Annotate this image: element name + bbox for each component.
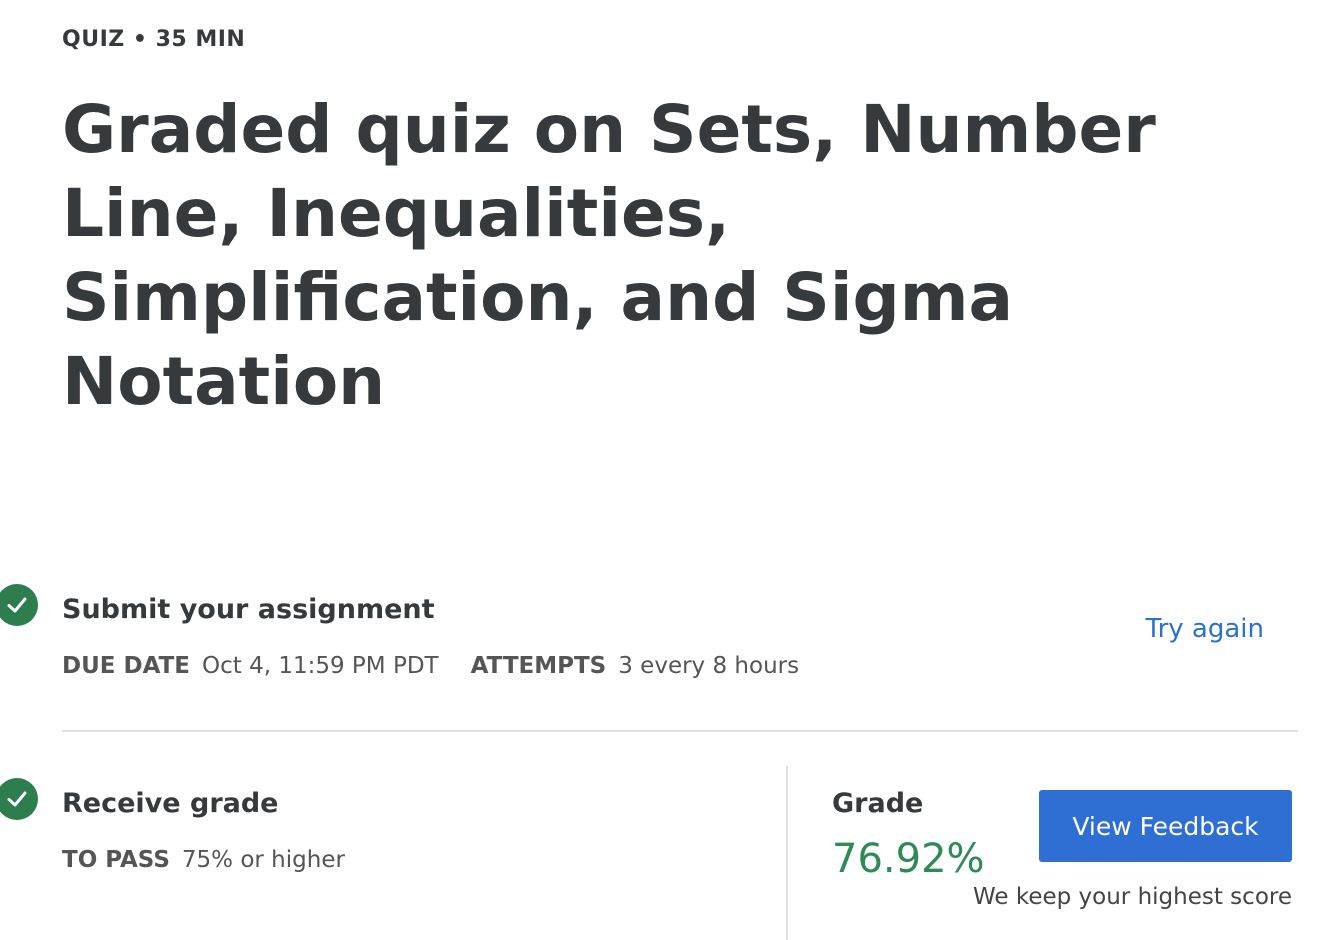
try-again-link[interactable]: Try again	[1146, 612, 1264, 646]
due-date-label: DUE DATE	[62, 653, 190, 679]
to-pass-label: TO PASS	[62, 847, 170, 873]
highest-score-note: We keep your highest score	[972, 884, 1292, 910]
quiz-page: QUIZ • 35 MIN Graded quiz on Sets, Numbe…	[0, 0, 1322, 940]
page-title: Graded quiz on Sets, Number Line, Inequa…	[62, 91, 1156, 420]
to-pass-value: 75% or higher	[181, 847, 345, 873]
attempts-value: 3 every 8 hours	[618, 653, 800, 679]
attempts-label: ATTEMPTS	[470, 653, 607, 679]
pass-meta: TO PASS 75% or higher	[62, 845, 345, 875]
grade-column-divider	[786, 766, 788, 940]
submit-meta: DUE DATE Oct 4, 11:59 PM PDT ATTEMPTS 3 eve…	[62, 651, 799, 681]
check-circle-icon	[0, 584, 38, 626]
view-feedback-button[interactable]: View Feedback	[1039, 790, 1292, 862]
due-date-value: Oct 4, 11:59 PM PDT	[202, 653, 439, 679]
check-circle-icon	[0, 778, 38, 820]
section-divider	[62, 730, 1298, 732]
submit-assignment-title: Submit your assignment	[62, 594, 435, 625]
grade-label: Grade	[832, 788, 924, 819]
grade-value: 76.92%	[832, 836, 985, 882]
receive-grade-title: Receive grade	[62, 788, 279, 819]
item-type-duration: QUIZ • 35 MIN	[62, 27, 246, 52]
